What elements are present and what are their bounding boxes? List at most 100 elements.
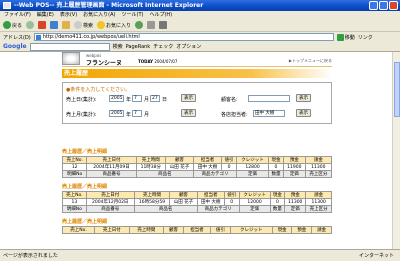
cell: 11時38分 <box>135 163 166 171</box>
cell: 田中 大樹 <box>193 163 223 171</box>
address-bar: アドレス(D) http://demo411.co.jp/webpos/ueli… <box>0 32 400 42</box>
col-header: 商品番号 <box>85 205 135 213</box>
menu-favorites[interactable]: お気に入り(A) <box>83 11 115 19</box>
top-menu-link[interactable]: ▶トップメニューに戻る <box>289 58 332 64</box>
search-icon <box>74 21 83 29</box>
browser-toolbar: 戻る 検索 お気に入り <box>0 19 400 32</box>
ie-icon <box>3 2 11 9</box>
page-icon <box>35 35 41 40</box>
page-content: webpos フランシーヌ TODAY 2004/07/07 ▶トップメニューに… <box>0 52 392 249</box>
google-toolbar: Google 検索 PageRank チェック オプション <box>0 42 400 52</box>
month-display-button[interactable]: 表示 <box>181 109 196 117</box>
back-button[interactable]: 戻る <box>3 21 22 29</box>
col-header: 預金 <box>291 226 313 234</box>
col-header: 数量 <box>269 205 286 213</box>
links-label[interactable]: リンク <box>358 34 373 41</box>
customer-display-button[interactable]: 表示 <box>296 94 311 102</box>
col-header: 値引 <box>223 191 240 199</box>
customer-input[interactable] <box>248 95 290 102</box>
date-year-input[interactable]: 2005 <box>109 95 124 102</box>
date-day-input[interactable]: 27 <box>150 95 160 102</box>
col-header: 現金 <box>267 156 284 164</box>
col-header: 現金 <box>269 191 286 199</box>
staff-display-button[interactable]: 表示 <box>296 109 311 117</box>
menu-view[interactable]: 表示(V) <box>60 11 77 19</box>
col-header: 請金 <box>304 156 333 164</box>
cell: 山田 花子 <box>164 163 195 171</box>
check-button[interactable]: チェック <box>153 43 173 50</box>
print-button[interactable] <box>159 21 168 29</box>
forward-button[interactable] <box>26 21 35 29</box>
col-header: 明細No <box>62 205 87 213</box>
pagerank-button[interactable]: PageRank <box>126 44 151 50</box>
scrollbar-thumb[interactable] <box>394 62 400 117</box>
month-year-input[interactable]: 2005 <box>109 110 124 117</box>
close-button[interactable] <box>389 1 398 10</box>
day-unit: 日 <box>162 97 168 103</box>
staff-select[interactable]: 田中 大樹 <box>253 110 285 117</box>
col-header: 売上No. <box>62 191 87 199</box>
favorites-button[interactable]: お気に入り <box>97 21 131 29</box>
col-header: 明細No <box>61 170 88 178</box>
cell: 山田 花子 <box>169 198 198 206</box>
refresh-button[interactable] <box>50 21 59 29</box>
month-unit-2: 月 <box>144 112 150 118</box>
date-display-button[interactable]: 表示 <box>181 94 196 102</box>
go-button[interactable]: 移動 <box>336 33 355 41</box>
cell: 12000 <box>238 198 271 206</box>
mail-button[interactable] <box>147 21 156 29</box>
month-label: 売上月(集計): <box>66 112 97 118</box>
sales-record-table: 売上No. 売上日付 売上時間 顧客 担当者 値引 クレジット 現金 預金 請金… <box>62 191 332 213</box>
col-header: 定価 <box>282 170 306 178</box>
page-main: webpos フランシーヌ TODAY 2004/07/07 ▶トップメニューに… <box>62 52 332 124</box>
month-month-input[interactable]: 7 <box>132 110 142 117</box>
date-month-input[interactable]: 7 <box>132 95 142 102</box>
address-label: アドレス(D) <box>3 34 31 41</box>
col-header: 請金 <box>305 191 332 199</box>
col-header: クレジット <box>229 226 273 234</box>
history-icon <box>135 21 144 29</box>
cell: 0 <box>221 163 238 171</box>
cell: 11300 <box>284 198 307 206</box>
col-header: 預金 <box>282 156 306 164</box>
cell: 16時58分59 <box>133 198 171 206</box>
menu-tools[interactable]: ツール(T) <box>122 11 144 19</box>
col-header: 定価 <box>236 170 269 178</box>
col-header: 売上No. <box>61 156 88 164</box>
minimize-button[interactable] <box>369 1 378 10</box>
refresh-icon <box>50 21 59 29</box>
stop-button[interactable] <box>38 21 47 29</box>
col-header: 担当者 <box>193 156 223 164</box>
options-button[interactable]: オプション <box>176 43 201 50</box>
cell: 田中 大樹 <box>196 198 225 206</box>
col-header: 値引 <box>221 156 238 164</box>
month-unit: 月 <box>144 97 150 103</box>
google-search-button[interactable]: 検索 <box>113 43 123 50</box>
cell: 2004年12月02日 <box>85 198 135 206</box>
col-header: 売上区分 <box>304 170 333 178</box>
search-button[interactable]: 検索 <box>74 21 93 29</box>
col-header: 売上時間 <box>133 191 171 199</box>
star-icon <box>97 21 106 29</box>
home-button[interactable] <box>62 21 71 29</box>
section-title: 売上履歴／売上明細 <box>62 149 108 155</box>
cell: 0 <box>269 198 286 206</box>
menu-help[interactable]: ヘルプ(H) <box>149 11 172 19</box>
customer-label: 顧客名: <box>221 97 238 103</box>
address-input[interactable]: http://demo411.co.jp/webpos/ueli.html <box>33 33 334 41</box>
status-bar: ページが表示されました インターネット <box>0 249 400 261</box>
menu-edit[interactable]: 編集(E) <box>37 11 54 19</box>
cell: 11300 <box>305 198 332 206</box>
col-header: 売上時間 <box>128 226 165 234</box>
col-header: 顧客 <box>164 156 195 164</box>
year-unit-2: 年 <box>126 112 132 118</box>
maximize-button[interactable] <box>379 1 388 10</box>
vertical-scrollbar[interactable] <box>392 52 400 249</box>
google-search-input[interactable] <box>29 42 110 51</box>
form-note: ●条件を入力してください。 <box>66 87 131 93</box>
menu-file[interactable]: ファイル(F) <box>4 11 31 19</box>
brand-name: フランシーヌ <box>86 60 123 67</box>
page-title: 売上履歴 <box>62 69 332 78</box>
history-button[interactable] <box>135 21 144 29</box>
date-label: 売上日(集計): <box>66 97 97 103</box>
